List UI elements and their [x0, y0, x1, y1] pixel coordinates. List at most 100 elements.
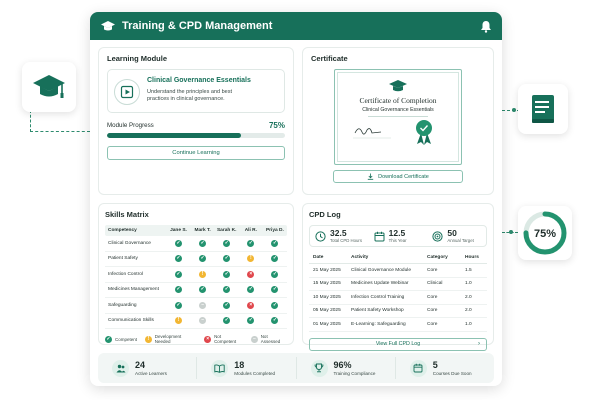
competency-name: Patient Safety [108, 256, 138, 262]
competent-status-icon: ✓ [271, 270, 279, 278]
cpd-hours: 2.0 [465, 308, 472, 314]
cpd-category: Core [427, 308, 438, 314]
bell-icon[interactable] [480, 20, 492, 33]
cpd-category: Core [427, 294, 438, 300]
competent-status-icon: ✓ [199, 286, 207, 294]
not-assessed-status-icon: – [199, 317, 207, 325]
skills-cell: ✓ [215, 286, 239, 294]
skills-row: Patient Safety ✓ ✓ ✓! ✓ [105, 252, 287, 267]
cpd-date: 01 May 2025 [313, 321, 341, 327]
skills-cell: ✓ [263, 270, 287, 278]
chevron-right-icon: › [478, 341, 480, 347]
view-full-cpd-log-button[interactable]: View Full CPD Log › [309, 337, 487, 351]
summary-active-learners: 24 Active Learners [98, 357, 198, 379]
skills-cell: ✓ [215, 270, 239, 278]
connector-line [30, 110, 31, 132]
skills-matrix-panel: Skills Matrix Competency Jane S. Mark T.… [98, 203, 294, 345]
skills-cell: ✓ [263, 239, 287, 247]
continue-learning-button[interactable]: Continue Learning [107, 146, 285, 160]
skills-legend: ✓ Competent ! Development Needed × Not Comp… [105, 334, 287, 344]
skills-cell: ✓ [263, 255, 287, 263]
skills-cell: – [191, 301, 215, 309]
legend-label: Competent [115, 336, 138, 342]
skills-row: Clinical Governance ✓ ✓ ✓ ✓ ✓ [105, 236, 287, 252]
competent-status-icon: ✓ [247, 286, 255, 294]
summary-label: Training Compliance [333, 370, 376, 376]
summary-modules-completed: 18 Modules Completed [197, 357, 297, 379]
connector-dot [509, 230, 513, 234]
cpd-activity: Medicines Update Webinar [351, 281, 409, 287]
cpd-log-panel: CPD Log 32.5 Total CPD Hours 12.5 This Y… [302, 203, 494, 351]
summary-value: 5 [432, 359, 438, 370]
skills-cell: ✓ [215, 255, 239, 263]
legend-label: Not Competent [214, 334, 237, 344]
competent-status-icon: ✓ [247, 239, 255, 247]
cpd-stat-value: 50 [447, 227, 457, 238]
column-header: Ali R. [244, 228, 257, 233]
skills-matrix-header: Competency Jane S. Mark T. Sarah K. Ali … [105, 225, 287, 236]
skills-cell: – [191, 317, 215, 325]
summary-value: 24 [135, 359, 146, 370]
summary-label: Modules Completed [234, 370, 276, 376]
development-status-icon: ! [247, 255, 255, 263]
cpd-stat-label: Total CPD Hours [330, 238, 362, 244]
competent-status-icon: ✓ [271, 317, 279, 325]
cpd-date: 10 May 2025 [313, 294, 341, 300]
cpd-row[interactable]: 21 May 2025 Clinical Governance Module Cor… [309, 264, 487, 278]
cpd-activity: Infection Control Training [351, 294, 405, 300]
skills-cell: ✓ [263, 301, 287, 309]
download-certificate-button[interactable]: Download Certificate [333, 170, 463, 183]
skills-cell: ✓ [166, 270, 190, 278]
skills-cell: ✓ [215, 301, 239, 309]
cpd-category: Clinical [427, 281, 443, 287]
competent-status-icon: ✓ [174, 301, 182, 309]
module-card[interactable]: Clinical Governance Essentials Understan… [107, 69, 285, 113]
not-competent-status-icon: × [247, 270, 255, 278]
video-lesson-icon [120, 85, 134, 99]
cpd-hours: 1.0 [465, 321, 472, 327]
competency-name: Safeguarding [108, 302, 137, 308]
module-course-name: Clinical Governance Essentials [147, 77, 251, 84]
ebook-card [518, 84, 568, 134]
cpd-row[interactable]: 10 May 2025 Infection Control Training Cor… [309, 291, 487, 305]
trophy-icon [310, 359, 328, 377]
certificate-panel: Certificate Certificate of Completion Cl… [302, 47, 494, 195]
column-header: Date [313, 255, 324, 260]
competency-name: Infection Control [108, 271, 143, 277]
competent-status-icon: ✓ [199, 239, 207, 247]
cpd-stats: 32.5 Total CPD Hours 12.5 This Year 50 A… [309, 225, 487, 247]
cpd-row[interactable]: 05 May 2025 Patient Safety Workshop Core 2.… [309, 305, 487, 318]
cpd-hours: 1.0 [465, 281, 472, 287]
skills-cell: ✓ [215, 239, 239, 247]
development-status-icon: ! [145, 335, 152, 343]
skills-cell: ✓ [263, 286, 287, 294]
competent-status-icon: ✓ [174, 270, 182, 278]
progress-ring: 75% [523, 211, 567, 255]
skills-cell: ! [166, 317, 190, 325]
not-assessed-status-icon: – [251, 335, 258, 343]
cpd-category: Core [427, 321, 438, 327]
competent-status-icon: ✓ [271, 286, 279, 294]
competent-status-icon: ✓ [105, 335, 112, 343]
competent-status-icon: ✓ [247, 317, 255, 325]
calendar-icon [409, 359, 427, 377]
skills-cell: ✓ [239, 286, 263, 294]
summary-value: 18 [234, 359, 245, 370]
graduation-cap-icon [389, 80, 407, 92]
column-header: Competency [108, 228, 137, 233]
competent-status-icon: ✓ [223, 317, 231, 325]
competency-name: Medicines Management [108, 287, 159, 293]
skills-cell: ✓ [191, 255, 215, 263]
app-window: Training & CPD Management Learning Modul… [90, 12, 502, 386]
cpd-row[interactable]: 15 May 2025 Medicines Update Webinar Clini… [309, 278, 487, 291]
certificate-preview[interactable]: Certificate of Completion Clinical Gover… [334, 69, 462, 165]
summary-label: Courses Due Soon [432, 370, 472, 376]
cpd-hours: 2.0 [465, 294, 472, 300]
cpd-stat-target: 50 Annual Target [427, 227, 486, 243]
download-icon [367, 173, 374, 180]
award-seal-icon [416, 120, 432, 136]
cpd-row[interactable]: 01 May 2025 E-Learning: Safeguarding Core 1… [309, 318, 487, 332]
competency-name: Communication Skills [108, 318, 154, 324]
competent-status-icon: ✓ [199, 255, 207, 263]
not-competent-status-icon: × [247, 301, 255, 309]
